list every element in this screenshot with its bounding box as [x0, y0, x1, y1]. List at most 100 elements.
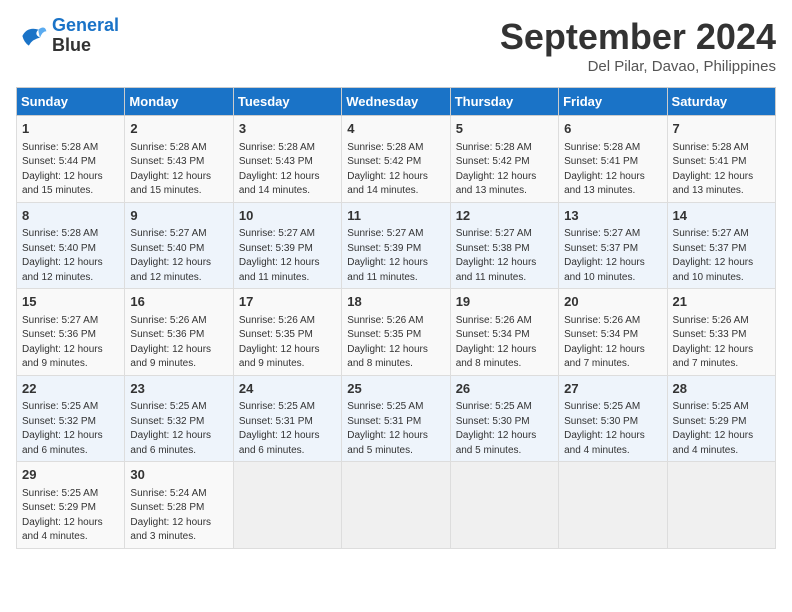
daylight-label: Daylight: 12 hours and 15 minutes.	[22, 171, 103, 197]
day-cell: 27 Sunrise: 5:25 AM Sunset: 5:30 PM Dayl…	[559, 375, 667, 462]
day-cell: 20 Sunrise: 5:26 AM Sunset: 5:34 PM Dayl…	[559, 289, 667, 376]
sunset-info: Sunset: 5:37 PM	[564, 243, 638, 254]
sunset-info: Sunset: 5:42 PM	[347, 156, 421, 167]
daylight-label: Daylight: 12 hours and 11 minutes.	[347, 257, 428, 283]
sunrise-info: Sunrise: 5:26 AM	[564, 315, 640, 326]
sunrise-info: Sunrise: 5:28 AM	[564, 142, 640, 153]
weekday-header-row: SundayMondayTuesdayWednesdayThursdayFrid…	[17, 88, 776, 116]
sunset-info: Sunset: 5:44 PM	[22, 156, 96, 167]
day-number: 8	[22, 207, 119, 225]
daylight-label: Daylight: 12 hours and 6 minutes.	[130, 430, 211, 456]
calendar-week-row: 15 Sunrise: 5:27 AM Sunset: 5:36 PM Dayl…	[17, 289, 776, 376]
day-number: 18	[347, 293, 444, 311]
day-number: 21	[673, 293, 770, 311]
sunset-info: Sunset: 5:42 PM	[456, 156, 530, 167]
daylight-label: Daylight: 12 hours and 6 minutes.	[239, 430, 320, 456]
sunset-info: Sunset: 5:34 PM	[456, 329, 530, 340]
sunrise-info: Sunrise: 5:28 AM	[22, 142, 98, 153]
daylight-label: Daylight: 12 hours and 14 minutes.	[239, 171, 320, 197]
sunrise-info: Sunrise: 5:26 AM	[673, 315, 749, 326]
day-cell: 2 Sunrise: 5:28 AM Sunset: 5:43 PM Dayli…	[125, 116, 233, 203]
calendar-table: SundayMondayTuesdayWednesdayThursdayFrid…	[16, 87, 776, 549]
header-saturday: Saturday	[667, 88, 775, 116]
daylight-label: Daylight: 12 hours and 5 minutes.	[347, 430, 428, 456]
sunrise-info: Sunrise: 5:25 AM	[130, 401, 206, 412]
daylight-label: Daylight: 12 hours and 11 minutes.	[239, 257, 320, 283]
daylight-label: Daylight: 12 hours and 7 minutes.	[564, 344, 645, 370]
daylight-label: Daylight: 12 hours and 13 minutes.	[673, 171, 754, 197]
day-cell: 30 Sunrise: 5:24 AM Sunset: 5:28 PM Dayl…	[125, 462, 233, 549]
day-number: 1	[22, 120, 119, 138]
day-number: 4	[347, 120, 444, 138]
day-cell: 5 Sunrise: 5:28 AM Sunset: 5:42 PM Dayli…	[450, 116, 558, 203]
day-number: 3	[239, 120, 336, 138]
day-number: 15	[22, 293, 119, 311]
daylight-label: Daylight: 12 hours and 3 minutes.	[130, 517, 211, 543]
day-number: 10	[239, 207, 336, 225]
day-number: 9	[130, 207, 227, 225]
logo-icon	[16, 20, 48, 52]
sunset-info: Sunset: 5:37 PM	[673, 243, 747, 254]
calendar-week-row: 22 Sunrise: 5:25 AM Sunset: 5:32 PM Dayl…	[17, 375, 776, 462]
daylight-label: Daylight: 12 hours and 9 minutes.	[22, 344, 103, 370]
day-cell: 8 Sunrise: 5:28 AM Sunset: 5:40 PM Dayli…	[17, 202, 125, 289]
sunset-info: Sunset: 5:43 PM	[239, 156, 313, 167]
sunset-info: Sunset: 5:30 PM	[456, 416, 530, 427]
sunrise-info: Sunrise: 5:28 AM	[456, 142, 532, 153]
day-number: 19	[456, 293, 553, 311]
sunrise-info: Sunrise: 5:25 AM	[564, 401, 640, 412]
day-number: 5	[456, 120, 553, 138]
day-number: 27	[564, 380, 661, 398]
day-number: 30	[130, 466, 227, 484]
sunrise-info: Sunrise: 5:27 AM	[130, 228, 206, 239]
sunset-info: Sunset: 5:32 PM	[130, 416, 204, 427]
header-monday: Monday	[125, 88, 233, 116]
sunrise-info: Sunrise: 5:28 AM	[22, 228, 98, 239]
sunset-info: Sunset: 5:29 PM	[673, 416, 747, 427]
daylight-label: Daylight: 12 hours and 6 minutes.	[22, 430, 103, 456]
day-number: 16	[130, 293, 227, 311]
daylight-label: Daylight: 12 hours and 10 minutes.	[564, 257, 645, 283]
day-number: 23	[130, 380, 227, 398]
daylight-label: Daylight: 12 hours and 8 minutes.	[347, 344, 428, 370]
day-cell: 9 Sunrise: 5:27 AM Sunset: 5:40 PM Dayli…	[125, 202, 233, 289]
header-wednesday: Wednesday	[342, 88, 450, 116]
sunset-info: Sunset: 5:35 PM	[347, 329, 421, 340]
sunrise-info: Sunrise: 5:28 AM	[239, 142, 315, 153]
day-cell: 11 Sunrise: 5:27 AM Sunset: 5:39 PM Dayl…	[342, 202, 450, 289]
sunset-info: Sunset: 5:40 PM	[130, 243, 204, 254]
sunset-info: Sunset: 5:41 PM	[673, 156, 747, 167]
day-number: 6	[564, 120, 661, 138]
empty-cell	[342, 462, 450, 549]
daylight-label: Daylight: 12 hours and 9 minutes.	[130, 344, 211, 370]
daylight-label: Daylight: 12 hours and 5 minutes.	[456, 430, 537, 456]
sunrise-info: Sunrise: 5:27 AM	[564, 228, 640, 239]
sunset-info: Sunset: 5:38 PM	[456, 243, 530, 254]
day-number: 12	[456, 207, 553, 225]
sunrise-info: Sunrise: 5:25 AM	[347, 401, 423, 412]
day-number: 20	[564, 293, 661, 311]
day-cell: 22 Sunrise: 5:25 AM Sunset: 5:32 PM Dayl…	[17, 375, 125, 462]
day-cell: 18 Sunrise: 5:26 AM Sunset: 5:35 PM Dayl…	[342, 289, 450, 376]
page-header: General Blue September 2024 Del Pilar, D…	[16, 16, 776, 75]
calendar-week-row: 8 Sunrise: 5:28 AM Sunset: 5:40 PM Dayli…	[17, 202, 776, 289]
header-sunday: Sunday	[17, 88, 125, 116]
header-thursday: Thursday	[450, 88, 558, 116]
daylight-label: Daylight: 12 hours and 8 minutes.	[456, 344, 537, 370]
calendar-week-row: 1 Sunrise: 5:28 AM Sunset: 5:44 PM Dayli…	[17, 116, 776, 203]
day-cell: 19 Sunrise: 5:26 AM Sunset: 5:34 PM Dayl…	[450, 289, 558, 376]
sunrise-info: Sunrise: 5:25 AM	[22, 401, 98, 412]
day-cell: 16 Sunrise: 5:26 AM Sunset: 5:36 PM Dayl…	[125, 289, 233, 376]
sunset-info: Sunset: 5:40 PM	[22, 243, 96, 254]
sunrise-info: Sunrise: 5:28 AM	[347, 142, 423, 153]
day-number: 28	[673, 380, 770, 398]
daylight-label: Daylight: 12 hours and 13 minutes.	[456, 171, 537, 197]
daylight-label: Daylight: 12 hours and 11 minutes.	[456, 257, 537, 283]
day-number: 14	[673, 207, 770, 225]
daylight-label: Daylight: 12 hours and 10 minutes.	[673, 257, 754, 283]
sunrise-info: Sunrise: 5:28 AM	[673, 142, 749, 153]
sunset-info: Sunset: 5:39 PM	[347, 243, 421, 254]
header-tuesday: Tuesday	[233, 88, 341, 116]
day-cell: 17 Sunrise: 5:26 AM Sunset: 5:35 PM Dayl…	[233, 289, 341, 376]
sunrise-info: Sunrise: 5:26 AM	[239, 315, 315, 326]
